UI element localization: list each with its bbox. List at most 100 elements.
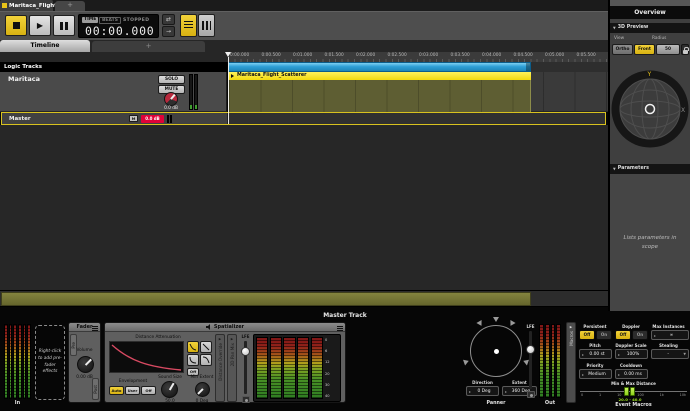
tracks-view-toggle[interactable] xyxy=(180,14,197,37)
speaker-icon xyxy=(507,320,515,328)
spatializer-panel-header[interactable]: Spatializer xyxy=(105,323,345,332)
beats-mode-toggle[interactable]: BEATS xyxy=(99,17,121,24)
play-button[interactable]: ▶ xyxy=(29,15,51,36)
instrument-clip[interactable]: Maritaca_Flight_Scatterer xyxy=(228,72,531,112)
overview-panel-title: Overview xyxy=(610,6,690,19)
stop-button[interactable] xyxy=(5,15,27,36)
sound-size-knob[interactable] xyxy=(161,381,178,398)
envelopment-off-button[interactable]: Off xyxy=(141,386,156,395)
lock-icon[interactable] xyxy=(681,44,689,55)
doppler-scale-label: Doppler Scale xyxy=(615,343,647,348)
section-3d-preview[interactable]: ▼ 3D Preview xyxy=(610,23,690,33)
2d-pan-mix-drawer[interactable]: ▶ 2D Pan Mix xyxy=(227,334,237,402)
ruler-tick-label: 0:02.000 xyxy=(356,53,376,58)
volume-knob[interactable] xyxy=(77,356,94,373)
curve-linear-squared-button[interactable] xyxy=(187,341,199,353)
tab-event[interactable]: Maritaca_Flight xyxy=(0,0,57,11)
event-macros-panel: Persistent Off On Doppler Off On Max Ins… xyxy=(578,322,689,403)
doppler-scale-field[interactable]: ▸ 100% xyxy=(615,349,648,359)
front-button[interactable]: Front xyxy=(634,44,655,55)
speaker-icon xyxy=(476,320,484,328)
menu-icon[interactable] xyxy=(337,325,343,331)
meter-scale: 0 6 12 20 30 40 xyxy=(325,337,338,399)
time-mode-toggle[interactable]: TIME xyxy=(82,17,99,23)
doppler-on-button[interactable]: On xyxy=(632,330,648,340)
prefader-hint: Right-click to add pre-fader effects xyxy=(38,348,62,375)
track-header-maritaca[interactable]: Maritaca SOLO MUTE 0.0 dB xyxy=(0,72,227,112)
lanes-view-toggle[interactable] xyxy=(198,14,215,37)
loop-playback-button[interactable]: ⇄ xyxy=(162,14,175,25)
lfe-mute-button[interactable] xyxy=(241,396,250,403)
envelopment-user-button[interactable]: User xyxy=(125,386,140,395)
ruler-tick-label: 0:01.000 xyxy=(293,53,313,58)
timeline-overview-range[interactable] xyxy=(1,292,531,306)
clip-title-bar[interactable]: Maritaca_Flight_Scatterer xyxy=(228,72,531,80)
lfe-slider[interactable] xyxy=(526,331,535,389)
input-meters xyxy=(4,324,32,399)
panner-position-handle[interactable] xyxy=(493,348,499,354)
pause-button[interactable] xyxy=(53,15,75,36)
section-parameters[interactable]: ▼ Parameters xyxy=(610,164,690,174)
master-mute-button[interactable]: M xyxy=(129,115,138,122)
master-volume-value[interactable]: 0.0 dB xyxy=(141,114,164,123)
add-sheet-button[interactable]: + xyxy=(92,41,205,52)
ruler-tick-label: 0:04.500 xyxy=(513,53,533,58)
tab-timeline[interactable]: Timeline xyxy=(0,40,90,52)
master-track-row[interactable]: Master M 0.0 dB xyxy=(1,112,606,125)
spatializer-panel: Spatializer Distance Attenuation Off Env… xyxy=(104,322,346,404)
editor-tab-bar: Timeline + xyxy=(0,40,608,52)
event-tab-bar: Maritaca_Flight + xyxy=(0,0,608,11)
post-fader-tab[interactable]: Post xyxy=(92,378,99,400)
timeline-region-bar[interactable] xyxy=(228,62,531,72)
track-header-master[interactable]: Master M 0.0 dB xyxy=(2,113,228,124)
spinner-icon: ▸ xyxy=(582,351,585,357)
min-extent-knob[interactable] xyxy=(195,382,210,397)
track-volume-value: 0.0 dB xyxy=(164,106,178,111)
output-meters-label: Out xyxy=(544,400,556,406)
transport-display: TIME BEATS STOPPED 00:00.000 xyxy=(78,14,159,38)
max-instances-field[interactable]: ▸ ∞ xyxy=(651,330,689,340)
distance-attenuation-graph[interactable] xyxy=(109,341,184,373)
lfe-slider-handle[interactable] xyxy=(241,347,250,356)
curve-inverse-tapered-button[interactable] xyxy=(200,354,212,366)
lfe-mute-button[interactable] xyxy=(526,391,535,398)
direction-field[interactable]: ▸ 0 Deg xyxy=(466,386,499,396)
distance-override-drawer[interactable]: ▶ Distance Override xyxy=(215,334,225,402)
clip-body[interactable] xyxy=(228,80,531,112)
direction-label: Direction xyxy=(472,380,493,385)
playhead-marker[interactable] xyxy=(225,52,231,57)
solo-button[interactable]: SOLO xyxy=(158,75,185,84)
track-volume-knob[interactable] xyxy=(164,92,178,106)
doppler-off-button[interactable]: Off xyxy=(615,330,631,340)
macros-drawer[interactable]: ▶ Macros xyxy=(566,322,576,403)
follow-playhead-button[interactable]: → xyxy=(162,26,175,37)
spatializer-output-meter: 0 6 12 20 30 40 xyxy=(253,334,341,402)
new-event-tab-button[interactable]: + xyxy=(55,1,85,11)
surround-panner[interactable] xyxy=(470,325,522,377)
fader-panel-header[interactable]: Fader xyxy=(69,323,100,332)
priority-field[interactable]: ▸ Medium xyxy=(579,369,612,379)
timeline-ruler[interactable]: 0:00.000 0:00.500 0:01.000 0:01.500 0:02.000… xyxy=(228,52,608,62)
curve-inverse-button[interactable] xyxy=(187,354,199,366)
lfe-slider-handle[interactable] xyxy=(526,345,535,354)
menu-icon[interactable] xyxy=(92,325,98,331)
radius-slider[interactable]: 50 xyxy=(656,44,680,55)
pitch-field[interactable]: ▸ 0.00 st xyxy=(579,349,612,359)
sound-size-label: Sound Size xyxy=(158,375,182,380)
curve-linear-button[interactable] xyxy=(200,341,212,353)
envelopment-auto-button[interactable]: Auto xyxy=(109,386,124,395)
ruler-row: 0:00.000 0:00.500 0:01.000 0:01.500 0:02.000… xyxy=(0,52,608,62)
persistent-off-button[interactable]: Off xyxy=(579,330,595,340)
persistent-on-button[interactable]: On xyxy=(596,330,612,340)
event-tab-label: Maritaca_Flight xyxy=(9,2,57,9)
cooldown-field[interactable]: ▸ 0.00 ms xyxy=(615,369,648,379)
ortho-button[interactable]: Ortho xyxy=(612,44,633,55)
min-max-distance-handles[interactable] xyxy=(624,387,635,396)
lfe-slider[interactable] xyxy=(241,341,250,394)
prefader-effects-dropzone[interactable]: Right-click to add pre-fader effects xyxy=(35,325,65,400)
3d-preview-sphere[interactable]: Y X xyxy=(611,56,689,162)
fader-panel: Fader Pre Volume 0.00 dB Post xyxy=(68,322,101,403)
min-max-distance-slider[interactable]: 0 1 10 100 1k 10k 20.0 - 40.0 xyxy=(580,387,687,402)
stealing-dropdown[interactable]: - ▼ xyxy=(651,349,689,359)
lfe-label: LFE xyxy=(241,334,250,339)
